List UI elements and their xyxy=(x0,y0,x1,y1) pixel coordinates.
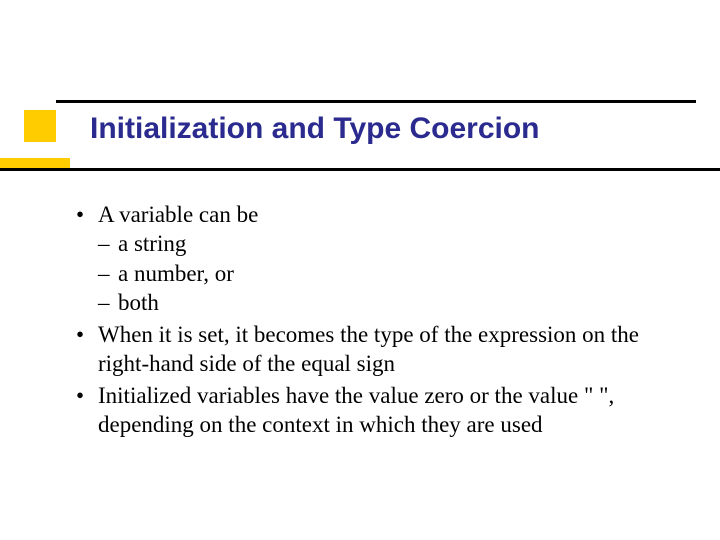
slide: Initialization and Type Coercion A varia… xyxy=(0,0,720,540)
bullet-1-sub-3: both xyxy=(98,288,676,317)
slide-title: Initialization and Type Coercion xyxy=(90,112,540,146)
accent-square xyxy=(24,110,56,142)
bullet-2: When it is set, it becomes the type of t… xyxy=(76,320,676,379)
accent-strip xyxy=(0,158,70,168)
rule-top xyxy=(56,100,696,103)
bullet-1-sub-2: a number, or xyxy=(98,259,676,288)
bullet-1-text: A variable can be xyxy=(98,202,258,227)
slide-body: A variable can be a string a number, or … xyxy=(76,200,676,442)
rule-bottom xyxy=(0,168,720,171)
bullet-1: A variable can be a string a number, or … xyxy=(76,200,676,318)
bullet-1-sub-1: a string xyxy=(98,229,676,258)
bullet-3: Initialized variables have the value zer… xyxy=(76,381,676,440)
